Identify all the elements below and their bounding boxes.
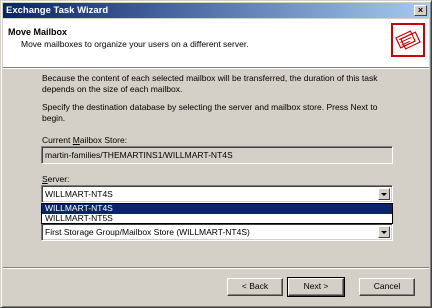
footer-divider [3, 267, 429, 269]
server-dropdown-value: WILLMART-NT4S [45, 189, 113, 199]
server-dropdown[interactable]: WILLMART-NT4S [41, 185, 393, 203]
close-button[interactable]: × [414, 5, 427, 16]
page-subtitle: Move mailboxes to organize your users on… [21, 39, 249, 49]
wizard-header: Move Mailbox Move mailboxes to organize … [3, 19, 429, 67]
back-button-label: < Back [241, 281, 269, 291]
mailbox-store-dropdown-arrow-icon[interactable] [378, 226, 390, 238]
title-bar: Exchange Task Wizard × [3, 3, 429, 18]
mailbox-store-dropdown-value: First Storage Group/Mailbox Store (WILLM… [45, 227, 250, 237]
move-mailbox-icon [391, 23, 425, 57]
current-store-field: martin-families/THEMARTINS1/WILLMART-NT4… [41, 146, 393, 164]
server-option[interactable]: WILLMART-NT5S [42, 213, 392, 224]
back-button[interactable]: < Back [227, 278, 283, 296]
page-title: Move Mailbox [8, 27, 68, 37]
current-store-label: Current Mailbox Store: [42, 135, 128, 145]
header-divider [3, 67, 429, 69]
info-paragraph-instructions: Specify the destination database by sele… [42, 102, 378, 123]
wizard-window: Exchange Task Wizard × Move Mailbox Move… [0, 0, 432, 308]
next-button[interactable]: Next > [287, 277, 345, 297]
mailbox-store-dropdown[interactable]: First Storage Group/Mailbox Store (WILLM… [41, 223, 393, 241]
server-dropdown-arrow-icon[interactable] [378, 188, 390, 200]
cancel-button[interactable]: Cancel [359, 278, 415, 296]
server-dropdown-list[interactable]: WILLMART-NT4S WILLMART-NT5S [41, 203, 393, 224]
cancel-button-label: Cancel [373, 281, 401, 291]
server-label: Server: [42, 174, 70, 184]
window-title: Exchange Task Wizard [6, 5, 109, 16]
info-paragraph-duration: Because the content of each selected mai… [42, 73, 378, 94]
next-button-label: Next > [303, 281, 329, 291]
